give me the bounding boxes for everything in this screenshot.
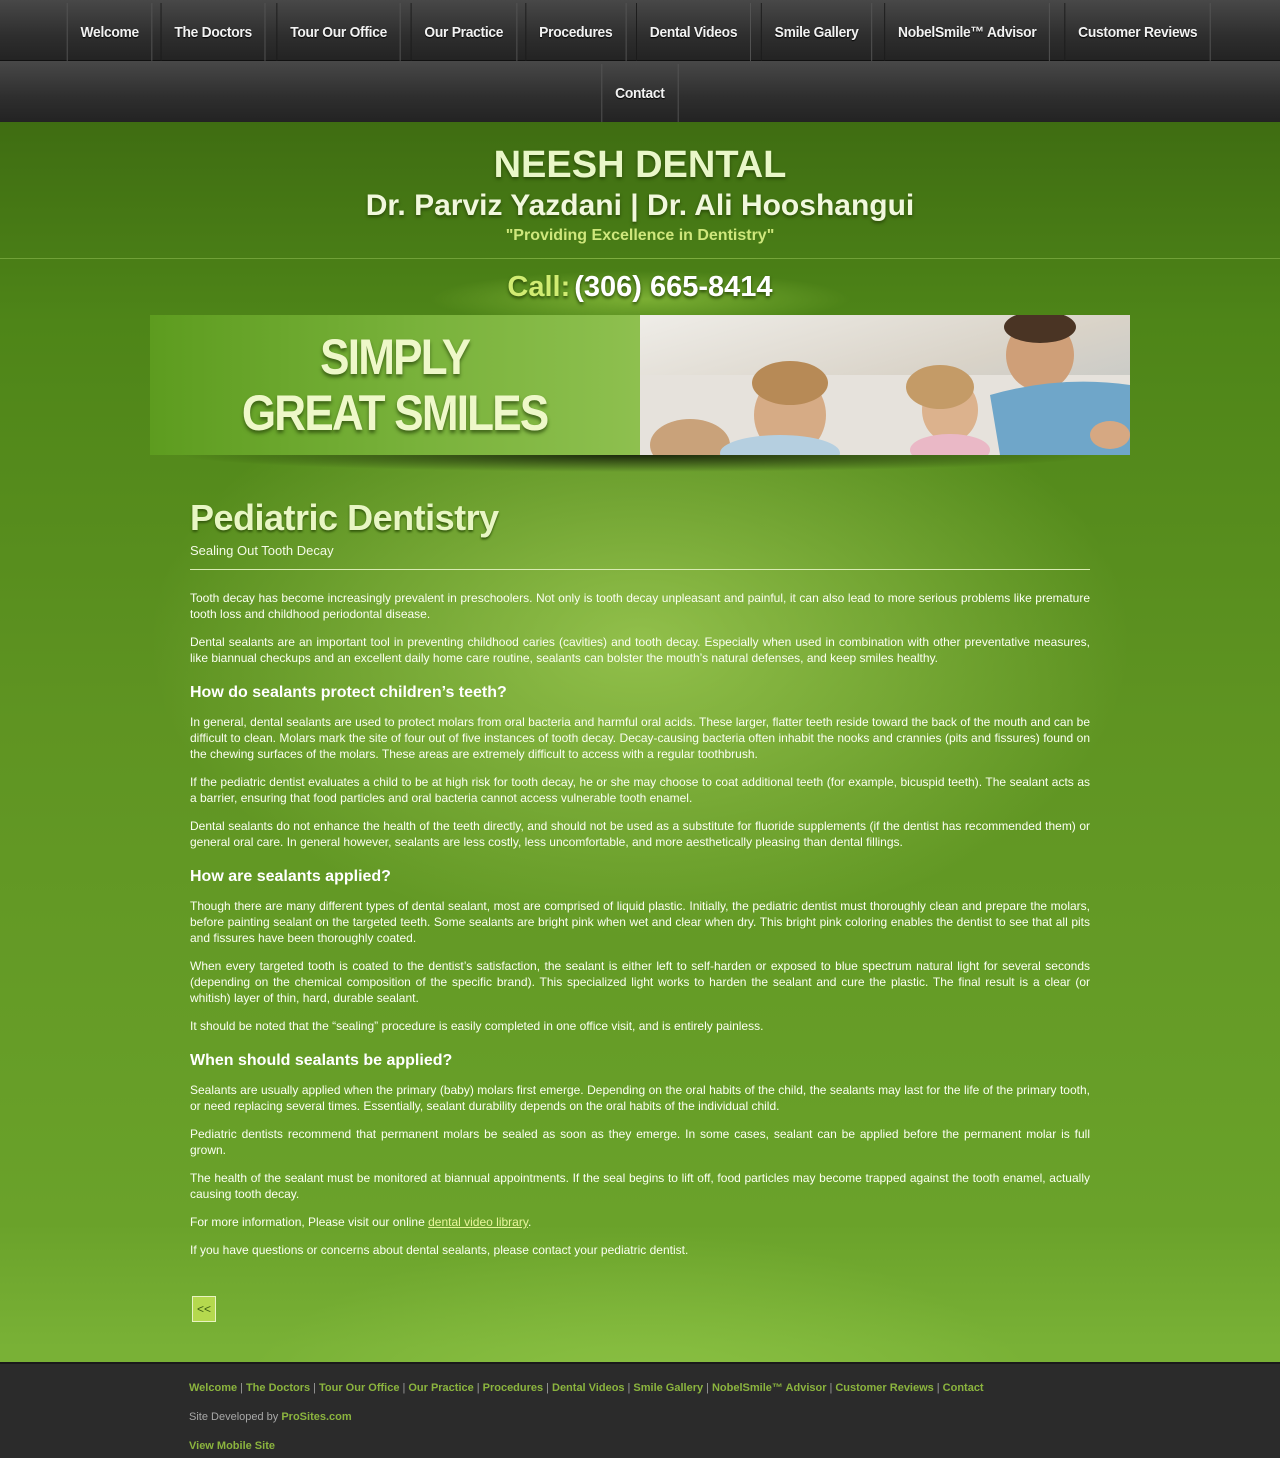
brand-name: NEESH DENTAL — [493, 144, 787, 186]
section-heading: How are sealants applied? — [190, 868, 391, 885]
paragraph-more-info: For more information, Please visit our o… — [190, 1214, 1090, 1230]
paragraph: In general, dental sealants are used to … — [190, 715, 1090, 761]
nav-item-customer-reviews[interactable]: Customer Reviews — [1064, 3, 1211, 61]
footer-separator: | — [476, 1382, 480, 1394]
more-info-suffix: . — [527, 1215, 532, 1229]
paragraph: Sealants are usually applied when the pr… — [190, 1083, 1090, 1113]
footer-link-smile-gallery[interactable]: Smile Gallery — [633, 1382, 703, 1394]
nav-item-welcome[interactable]: Welcome — [66, 3, 153, 61]
footer-separator: | — [936, 1382, 940, 1394]
nav-item-dental-videos[interactable]: Dental Videos — [636, 3, 752, 61]
footer-link-contact[interactable]: Contact — [943, 1382, 984, 1394]
phone-number[interactable]: (306) 665-8414 — [574, 271, 772, 303]
footer-separator: | — [706, 1382, 709, 1394]
footer-separator: | — [546, 1382, 549, 1394]
divider — [190, 569, 1090, 570]
footer-separator: | — [402, 1382, 406, 1394]
footer-link-the-doctors[interactable]: The Doctors — [246, 1382, 310, 1394]
doctor-names: Dr. Parviz Yazdani | Dr. Ali Hooshangui — [365, 189, 915, 222]
banner-line-1: SIMPLY — [320, 329, 471, 385]
footer-separator: | — [829, 1382, 833, 1394]
nav-item-contact[interactable]: Contact — [601, 64, 679, 122]
view-mobile-site-link[interactable]: View Mobile Site — [189, 1440, 275, 1452]
section-heading: How do sealants protect children’s teeth… — [190, 684, 507, 701]
more-info-prefix: For more information, Please visit our o… — [190, 1215, 429, 1229]
nav-item-our-practice[interactable]: Our Practice — [410, 3, 517, 61]
nav-item-the-doctors[interactable]: The Doctors — [160, 3, 267, 61]
paragraph: When every targeted tooth is coated to t… — [190, 959, 1090, 1005]
mobile-site: View Mobile Site — [189, 1440, 1280, 1452]
prosites-link[interactable]: ProSites.com — [281, 1411, 351, 1423]
article-content: Pediatric Dentistry Sealing Out Tooth De… — [190, 497, 1090, 1322]
footer-link-procedures[interactable]: Procedures — [483, 1382, 544, 1394]
family-photo-illustration — [640, 315, 1130, 455]
site-header: NEESH DENTAL Dr. Parviz Yazdani | Dr. Al… — [0, 122, 1280, 316]
nav-item-tour-our-office[interactable]: Tour Our Office — [276, 3, 401, 61]
paragraph: It should be noted that the “sealing” pr… — [190, 1019, 764, 1033]
footer-link-customer-reviews[interactable]: Customer Reviews — [835, 1382, 933, 1394]
developer-credit: Site Developed by ProSites.com — [189, 1411, 1280, 1423]
nav-item-nobelsmile-advisor[interactable]: NobelSmile™ Advisor — [884, 3, 1051, 61]
call-label: Call: — [507, 271, 571, 303]
page-subtitle: Sealing Out Tooth Decay — [190, 543, 334, 558]
top-navigation: Welcome The Doctors Tour Our Office Our … — [0, 0, 1280, 122]
paragraph: If the pediatric dentist evaluates a chi… — [190, 775, 1090, 805]
banner-shadow — [180, 455, 1100, 489]
footer-separator: | — [627, 1382, 631, 1394]
footer-link-dental-videos[interactable]: Dental Videos — [552, 1382, 625, 1394]
paragraph: The health of the sealant must be monito… — [190, 1171, 1090, 1201]
footer-link-nobelsmile-advisor[interactable]: NobelSmile™ Advisor — [712, 1382, 827, 1394]
nav-item-procedures[interactable]: Procedures — [525, 3, 627, 61]
tagline: "Providing Excellence in Dentistry" — [505, 227, 775, 244]
footer-link-tour-our-office[interactable]: Tour Our Office — [319, 1382, 399, 1394]
paragraph: Though there are many different types of… — [190, 899, 1090, 945]
footer-separator: | — [240, 1382, 243, 1394]
nav-item-smile-gallery[interactable]: Smile Gallery — [760, 3, 873, 61]
paragraph: Dental sealants do not enhance the healt… — [190, 819, 1090, 849]
dental-video-library-link[interactable]: dental video library — [428, 1215, 528, 1229]
main-area: NEESH DENTAL Dr. Parviz Yazdani | Dr. Al… — [0, 122, 1280, 1362]
footer-separator: | — [313, 1382, 316, 1394]
banner-line-2: GREAT SMILES — [242, 385, 549, 441]
phone-strip: Call: (306) 665-8414 — [0, 258, 1280, 316]
footer-link-our-practice[interactable]: Our Practice — [408, 1382, 473, 1394]
paragraph: If you have questions or concerns about … — [190, 1243, 689, 1257]
paragraph: Tooth decay has become increasingly prev… — [190, 591, 1090, 621]
footer-links: Welcome | The Doctors | Tour Our Office | Our … — [189, 1382, 1280, 1394]
paragraph: Pediatric dentists recommend that perman… — [190, 1127, 1090, 1157]
banner-slogan-panel: SIMPLY GREAT SMILES — [150, 315, 640, 455]
nav-row-secondary: Contact — [0, 61, 1280, 122]
back-button[interactable]: << — [192, 1296, 216, 1322]
section-heading: When should sealants be applied? — [190, 1052, 453, 1069]
developer-prefix: Site Developed by — [189, 1411, 282, 1423]
site-footer: Welcome | The Doctors | Tour Our Office | Our … — [0, 1362, 1280, 1458]
paragraph: Dental sealants are an important tool in… — [190, 635, 1090, 665]
page-title: Pediatric Dentistry — [190, 497, 499, 538]
hero-banner: SIMPLY GREAT SMILES — [150, 315, 1130, 455]
footer-link-welcome[interactable]: Welcome — [189, 1382, 237, 1394]
phone-line: Call: (306) 665-8414 — [0, 271, 1280, 304]
nav-row-primary: Welcome The Doctors Tour Our Office Our … — [0, 0, 1280, 61]
family-photo — [640, 315, 1130, 455]
